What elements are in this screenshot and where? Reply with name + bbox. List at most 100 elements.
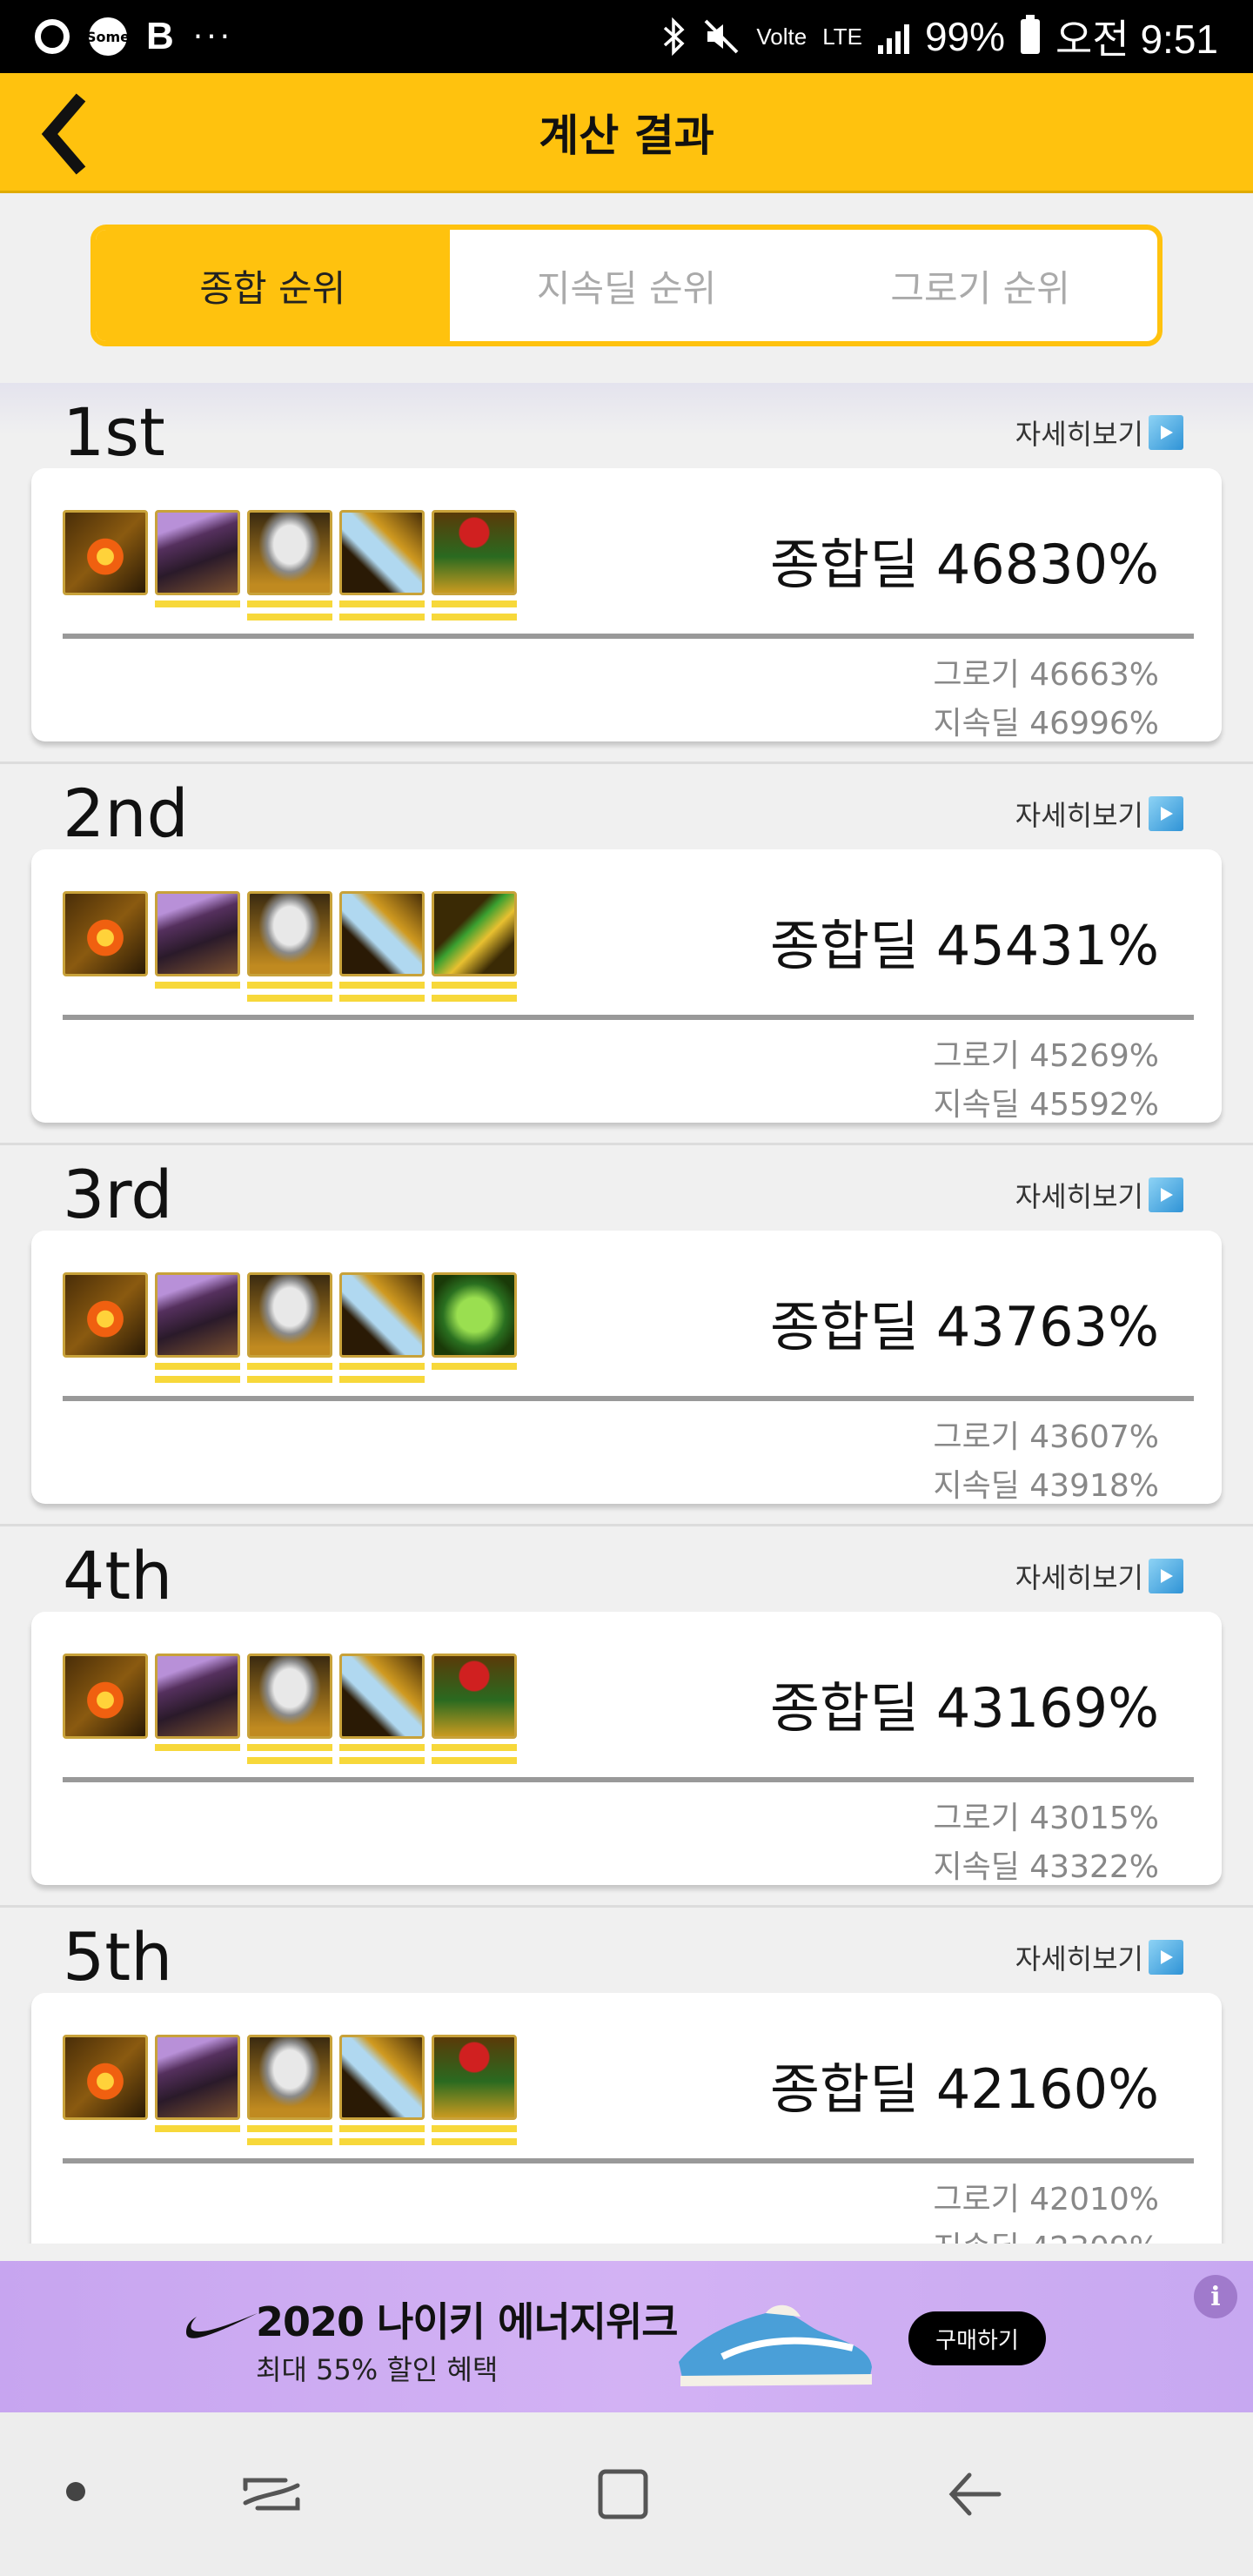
equipment-set — [63, 1272, 517, 1358]
result-card[interactable]: 종합딜 43169% 그로기 43015% 지속딜 43322% — [31, 1612, 1222, 1885]
equipment-item-icon — [432, 1272, 517, 1358]
result-card[interactable]: 종합딜 43763% 그로기 43607% 지속딜 43918% — [31, 1231, 1222, 1504]
potential-line — [339, 614, 425, 621]
potential-lines — [339, 2125, 425, 2145]
play-arrow-icon — [1149, 796, 1183, 831]
potential-lines — [63, 600, 148, 621]
total-damage: 종합딜 45431% — [770, 914, 1159, 977]
potential-line — [432, 600, 517, 607]
ranking-tabs: 종합 순위 지속딜 순위 그로기 순위 — [90, 225, 1163, 346]
potential-line — [339, 600, 425, 607]
potential-lines — [339, 1744, 425, 1764]
equipment-item-icon — [247, 891, 332, 976]
equipment-set — [63, 510, 517, 595]
battery-icon — [1021, 15, 1041, 54]
sneaker-image — [679, 2304, 872, 2386]
view-details-label: 자세히보기 — [1015, 418, 1143, 451]
potential-lines — [63, 982, 148, 1002]
more-notifications-icon: ··· — [192, 18, 234, 55]
mute-icon — [704, 19, 739, 54]
results-list[interactable]: 1st 자세히보기 종합딜 46830% 그로기 46663% 지속딜 4699… — [0, 383, 1253, 2244]
equipment-set — [63, 1654, 517, 1739]
potential-lines — [339, 1363, 425, 1383]
recent-apps-icon[interactable] — [237, 2459, 306, 2529]
clock: 오전 9:51 — [1055, 17, 1218, 62]
potential-lines — [247, 600, 332, 621]
card-divider — [63, 2158, 1194, 2163]
potential-lines — [155, 1363, 240, 1383]
home-icon[interactable] — [588, 2459, 658, 2529]
potential-line — [339, 2138, 425, 2145]
potential-line — [247, 614, 332, 621]
potential-line — [339, 1363, 425, 1370]
result-card[interactable]: 종합딜 45431% 그로기 45269% 지속딜 45592% — [31, 849, 1222, 1123]
equipment-item-icon — [339, 1654, 425, 1739]
result-item: 2nd 자세히보기 종합딜 45431% 그로기 45269% 지속딜 4559… — [0, 764, 1253, 1145]
tab-sustain-rank[interactable]: 지속딜 순위 — [450, 230, 804, 341]
view-details-link[interactable]: 자세히보기 — [1015, 1937, 1183, 1977]
potential-lines — [432, 982, 517, 1002]
potential-lines — [339, 982, 425, 1002]
volte-indicator: Volte — [756, 23, 807, 50]
view-details-label: 자세히보기 — [1015, 1561, 1143, 1594]
potential-line — [155, 982, 240, 989]
groggy-damage: 그로기 43015% — [933, 1801, 1159, 1836]
sustain-damage: 지속딜 43322% — [933, 1849, 1159, 1885]
result-item: 3rd 자세히보기 종합딜 43763% 그로기 43607% 지속딜 4391… — [0, 1145, 1253, 1526]
potential-line — [247, 1363, 332, 1370]
potential-line — [155, 1376, 240, 1383]
tab-groggy-rank[interactable]: 그로기 순위 — [803, 230, 1157, 341]
potential-line — [339, 2125, 425, 2132]
potential-line — [247, 995, 332, 1002]
page-title: 계산 결과 — [539, 110, 714, 161]
result-item: 1st 자세히보기 종합딜 46830% 그로기 46663% 지속딜 4699… — [0, 383, 1253, 764]
sustain-damage: 지속딜 46996% — [933, 706, 1159, 741]
equipment-item-icon — [432, 2035, 517, 2120]
potential-lines — [63, 1363, 148, 1383]
play-arrow-icon — [1149, 1177, 1183, 1212]
equipment-set — [63, 891, 517, 976]
result-card[interactable]: 종합딜 42160% 그로기 42010% 지속딜 42309% — [31, 1993, 1222, 2244]
equipment-item-icon — [155, 510, 240, 595]
total-damage: 종합딜 46830% — [770, 533, 1159, 596]
potential-lines — [339, 600, 425, 621]
groggy-damage: 그로기 45269% — [933, 1038, 1159, 1074]
groggy-damage: 그로기 43607% — [933, 1419, 1159, 1455]
card-divider — [63, 1015, 1194, 1020]
rank-label: 4th — [63, 1537, 173, 1614]
view-details-link[interactable]: 자세히보기 — [1015, 413, 1183, 453]
equipment-item-icon — [247, 1654, 332, 1739]
potential-indicators — [63, 1744, 517, 1764]
potential-line — [247, 982, 332, 989]
back-nav-icon[interactable] — [940, 2459, 1009, 2529]
lte-indicator: LTE — [822, 23, 862, 50]
play-arrow-icon — [1149, 1940, 1183, 1975]
back-button[interactable] — [35, 92, 96, 176]
potential-lines — [432, 2125, 517, 2145]
view-details-link[interactable]: 자세히보기 — [1015, 794, 1183, 834]
status-bar: Some B ··· Volte LTE 99% 오전 9:51 — [0, 0, 1253, 73]
potential-line — [432, 982, 517, 989]
chevron-left-icon — [41, 93, 86, 175]
potential-line — [155, 2125, 240, 2132]
equipment-item-icon — [339, 891, 425, 976]
potential-line — [432, 2125, 517, 2132]
result-card[interactable]: 종합딜 46830% 그로기 46663% 지속딜 46996% — [31, 468, 1222, 741]
card-divider — [63, 1396, 1194, 1401]
buy-button[interactable]: 구매하기 — [908, 2311, 1046, 2365]
ad-banner[interactable]: 2020 나이키 에너지위크 최대 55% 할인 혜택 구매하기 i — [0, 2261, 1253, 2412]
tab-overall-rank[interactable]: 종합 순위 — [96, 230, 450, 341]
potential-line — [339, 982, 425, 989]
card-divider — [63, 634, 1194, 639]
view-details-link[interactable]: 자세히보기 — [1015, 1556, 1183, 1596]
equipment-item-icon — [63, 1654, 148, 1739]
potential-line — [247, 1376, 332, 1383]
potential-lines — [432, 600, 517, 621]
equipment-item-icon — [247, 2035, 332, 2120]
equipment-item-icon — [63, 510, 148, 595]
equipment-item-icon — [155, 2035, 240, 2120]
ad-info-icon[interactable]: i — [1194, 2275, 1237, 2318]
potential-line — [155, 600, 240, 607]
potential-lines — [247, 982, 332, 1002]
view-details-link[interactable]: 자세히보기 — [1015, 1175, 1183, 1215]
